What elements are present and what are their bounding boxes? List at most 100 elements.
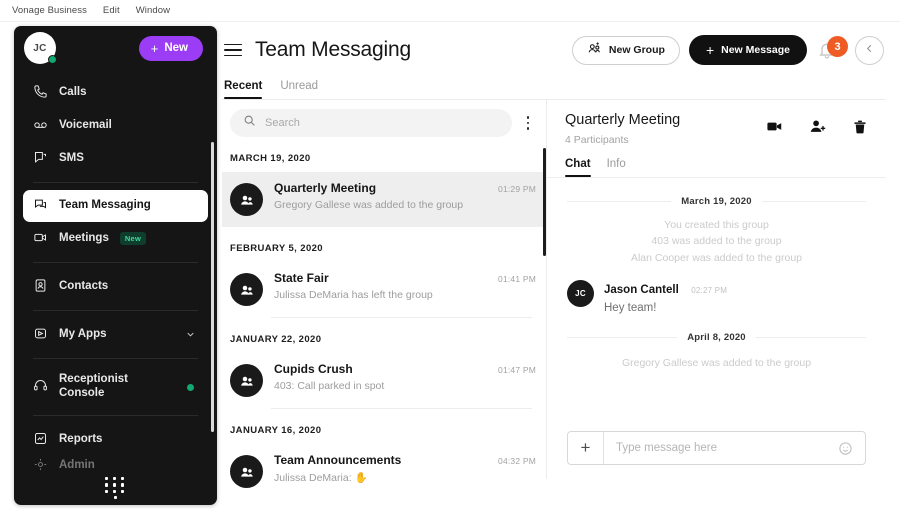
tab-chat[interactable]: Chat bbox=[565, 158, 591, 177]
sidebar-item-calls[interactable]: Calls bbox=[23, 76, 208, 109]
add-person-icon[interactable] bbox=[809, 118, 826, 140]
list-date-header: FEBRUARY 5, 2020 bbox=[230, 243, 323, 254]
tab-recent[interactable]: Recent bbox=[224, 80, 263, 99]
sidebar-nav: Calls Voicemail SMS Team Messaging Meeti… bbox=[14, 70, 217, 476]
composer: + bbox=[567, 431, 866, 465]
tab-info[interactable]: Info bbox=[607, 158, 626, 177]
page-title: Team Messaging bbox=[255, 38, 411, 61]
sidebar-item-my-apps[interactable]: My Apps bbox=[23, 318, 208, 351]
chat-title: Quarterly Meeting bbox=[565, 112, 681, 128]
system-message: 403 was added to the group bbox=[651, 235, 782, 248]
plus-icon[interactable]: + bbox=[568, 432, 604, 464]
phone-icon bbox=[33, 84, 48, 102]
list-item-body: Team Announcements 04:32 PM Julissa DeMa… bbox=[274, 453, 536, 484]
sidebar-item-label: My Apps bbox=[59, 327, 107, 340]
sidebar-item-receptionist-console[interactable]: Receptionist Console bbox=[23, 366, 208, 408]
sms-icon bbox=[33, 150, 48, 168]
apps-icon bbox=[33, 326, 48, 344]
conversation-list-panel: MARCH 19, 2020 Quarterly Meeting 01:29 P… bbox=[222, 100, 546, 488]
sidebar-item-team-messaging[interactable]: Team Messaging bbox=[23, 190, 208, 222]
list-item-title: Cupids Crush bbox=[274, 362, 353, 376]
sidebar-item-label: Reports bbox=[59, 432, 103, 445]
search-icon bbox=[243, 114, 256, 132]
divider bbox=[33, 310, 198, 311]
chevron-down-icon bbox=[187, 331, 194, 338]
notifications-button[interactable]: 3 bbox=[816, 35, 848, 65]
chat-header: Quarterly Meeting 4 Participants Chat In… bbox=[547, 100, 886, 177]
chat-bubble-icon bbox=[33, 197, 48, 215]
search-box[interactable] bbox=[230, 109, 512, 137]
reports-icon bbox=[33, 431, 48, 449]
message-timeline: March 19, 2020 You created this group 40… bbox=[547, 178, 886, 424]
sidebar-item-label: Calls bbox=[59, 85, 87, 98]
presence-dot-icon bbox=[48, 55, 57, 64]
chat-panel: Quarterly Meeting 4 Participants Chat In… bbox=[546, 100, 886, 479]
search-input[interactable] bbox=[265, 117, 499, 129]
os-menubar: Vonage Business Edit Window bbox=[0, 0, 900, 22]
list-item-time: 04:32 PM bbox=[498, 456, 536, 466]
app-window: Vonage Business Edit Window JC + New Cal… bbox=[0, 0, 900, 517]
system-message: Alan Cooper was added to the group bbox=[630, 251, 803, 264]
emoji-icon[interactable] bbox=[838, 441, 865, 456]
new-group-button[interactable]: New Group bbox=[571, 35, 680, 65]
admin-icon bbox=[33, 457, 48, 475]
message-date-divider: March 19, 2020 bbox=[567, 196, 866, 207]
menubar-item-app[interactable]: Vonage Business bbox=[12, 5, 87, 16]
sidebar-item-label: Admin bbox=[59, 459, 95, 472]
message-date-label: April 8, 2020 bbox=[687, 331, 746, 343]
content-body: MARCH 19, 2020 Quarterly Meeting 01:29 P… bbox=[222, 100, 886, 488]
list-item-body: State Fair 01:41 PM Julissa DeMaria has … bbox=[274, 271, 536, 301]
list-item-title: State Fair bbox=[274, 271, 329, 285]
sidebar-item-sms[interactable]: SMS bbox=[23, 142, 208, 175]
new-message-button[interactable]: + New Message bbox=[688, 35, 807, 65]
main-header: Team Messaging New Group + New Message 3 bbox=[222, 26, 886, 74]
group-avatar-icon bbox=[230, 273, 263, 306]
main-tabs: Recent Unread bbox=[222, 74, 886, 99]
sidebar-item-voicemail[interactable]: Voicemail bbox=[23, 109, 208, 142]
sidebar-item-admin[interactable]: Admin bbox=[23, 456, 208, 476]
header-actions: New Group + New Message 3 bbox=[571, 35, 884, 65]
list-item-time: 01:47 PM bbox=[498, 365, 536, 375]
presence-dot-icon bbox=[187, 383, 194, 391]
sidebar-scrollbar[interactable] bbox=[211, 142, 214, 432]
collapse-panel-button[interactable] bbox=[855, 35, 884, 65]
list-item-preview: Julissa DeMaria has left the group bbox=[274, 289, 433, 301]
divider bbox=[33, 358, 198, 359]
sidebar-item-label: SMS bbox=[59, 151, 84, 164]
tab-unread[interactable]: Unread bbox=[280, 80, 318, 99]
dialpad-icon[interactable] bbox=[14, 477, 217, 499]
new-group-label: New Group bbox=[608, 44, 665, 56]
sidebar-item-meetings[interactable]: Meetings New bbox=[23, 222, 208, 255]
list-item-time: 01:41 PM bbox=[498, 274, 536, 284]
new-button[interactable]: + New bbox=[138, 35, 203, 61]
list-item[interactable]: Quarterly Meeting 01:29 PM Gregory Galle… bbox=[222, 172, 546, 227]
menubar-item-window[interactable]: Window bbox=[136, 5, 170, 16]
chevron-left-icon bbox=[864, 43, 875, 57]
sidebar-item-reports[interactable]: Reports bbox=[23, 423, 208, 456]
list-date-header: JANUARY 16, 2020 bbox=[230, 425, 322, 436]
kebab-menu-icon[interactable] bbox=[520, 112, 536, 133]
system-message: You created this group bbox=[664, 219, 769, 231]
list-item[interactable]: Team Announcements 04:32 PM Julissa DeMa… bbox=[222, 444, 546, 499]
menubar-item-edit[interactable]: Edit bbox=[103, 5, 120, 16]
trash-icon[interactable] bbox=[852, 119, 868, 140]
list-item-preview: Gregory Gallese was added to the group bbox=[274, 199, 464, 211]
sidebar: JC + New Calls Voicemail SMS Team Messag… bbox=[14, 26, 217, 505]
list-item[interactable]: State Fair 01:41 PM Julissa DeMaria has … bbox=[222, 262, 546, 317]
avatar[interactable]: JC bbox=[24, 32, 57, 64]
message-input[interactable] bbox=[604, 442, 838, 454]
sidebar-header: JC + New bbox=[14, 26, 217, 70]
video-camera-icon[interactable] bbox=[766, 118, 783, 140]
hamburger-icon[interactable] bbox=[224, 40, 242, 61]
divider bbox=[33, 415, 198, 416]
list-item-title: Team Announcements bbox=[274, 453, 402, 467]
voicemail-icon bbox=[33, 117, 48, 135]
list-date-header: MARCH 19, 2020 bbox=[230, 153, 311, 164]
message-date-label: March 19, 2020 bbox=[681, 196, 752, 207]
group-avatar-icon bbox=[230, 455, 263, 488]
list-item[interactable]: Cupids Crush 01:47 PM 403: Call parked i… bbox=[222, 353, 546, 408]
sidebar-item-label: Receptionist Console bbox=[59, 373, 129, 399]
status-badge: New bbox=[119, 232, 147, 245]
sidebar-item-contacts[interactable]: Contacts bbox=[23, 270, 208, 303]
participants-count: 4 Participants bbox=[565, 134, 629, 146]
